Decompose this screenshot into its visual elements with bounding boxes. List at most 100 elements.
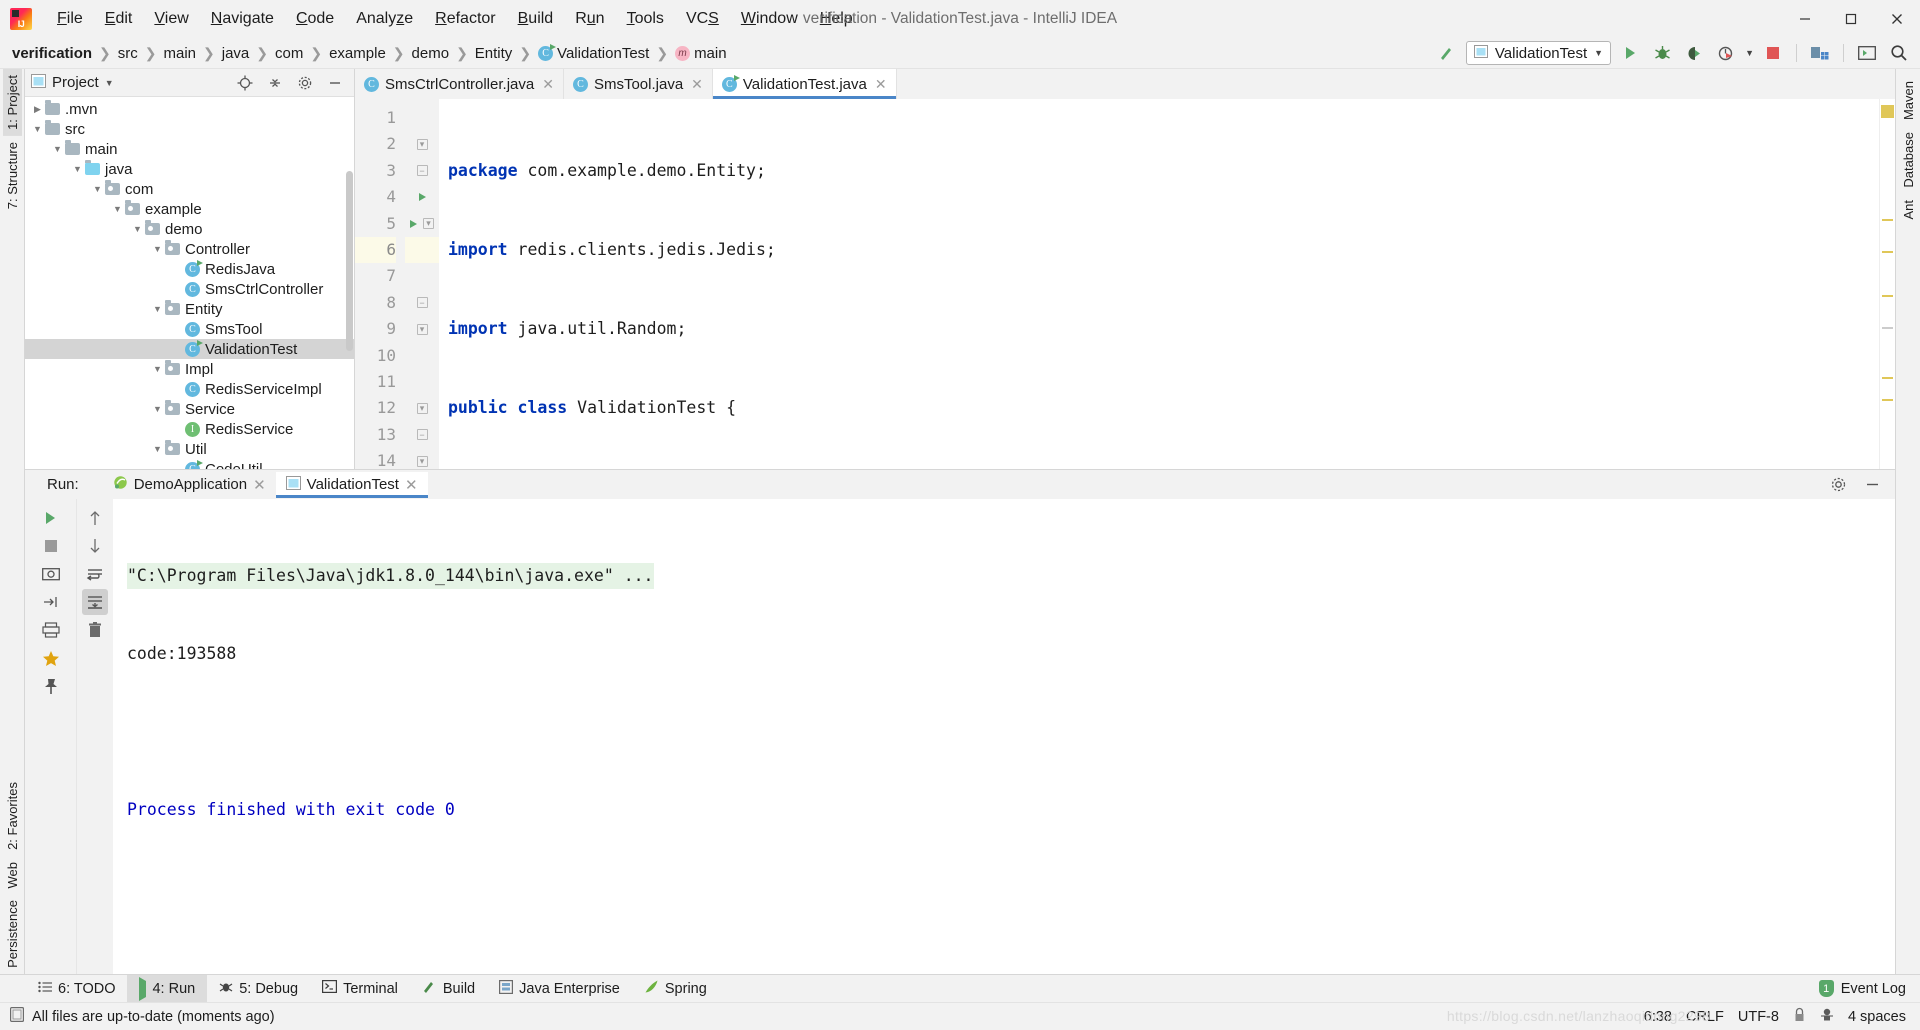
warning-marker[interactable] — [1882, 399, 1893, 401]
chevron-right-icon[interactable]: ▶ — [31, 103, 44, 116]
chevron-down-icon[interactable]: ▼ — [151, 403, 164, 416]
debug-icon[interactable] — [1649, 41, 1675, 65]
chevron-down-icon[interactable]: ▼ — [1594, 48, 1603, 58]
menu-analyze[interactable]: Analyze — [345, 5, 424, 33]
locate-file-icon[interactable] — [232, 71, 258, 95]
run-toolbar-left[interactable] — [25, 499, 77, 974]
rail-tab-favorites[interactable]: 2: Favorites — [3, 776, 22, 856]
code-editor[interactable]: 1 2 3 4 5 6 7 8 9 10 11 12 13 14 ▾ − ▾ − ▾ — [355, 99, 1895, 469]
minimize-button[interactable] — [1782, 0, 1828, 38]
editor-tab-bar[interactable]: C SmsCtrlController.java ✕ C SmsTool.jav… — [355, 69, 1895, 99]
breadcrumb-item-project[interactable]: verification — [8, 43, 96, 64]
breadcrumb-item-class[interactable]: C ValidationTest — [534, 43, 653, 64]
menu-code[interactable]: Code — [285, 5, 345, 33]
event-log-area[interactable]: 1 Event Log — [1818, 975, 1920, 1002]
rail-tab-persistence[interactable]: Persistence — [3, 894, 22, 974]
breadcrumb-item-main[interactable]: main — [160, 43, 201, 64]
close-button[interactable] — [1874, 0, 1920, 38]
menu-navigate[interactable]: Navigate — [200, 5, 285, 33]
menu-run[interactable]: Run — [564, 5, 615, 33]
run-icon[interactable] — [1617, 41, 1643, 65]
pin-icon[interactable] — [38, 673, 64, 699]
menu-help[interactable]: Help — [809, 5, 864, 33]
close-icon[interactable]: ✕ — [875, 76, 887, 93]
chevron-down-icon[interactable]: ▼ — [151, 363, 164, 376]
tree-node-validationtest[interactable]: C ValidationTest — [25, 339, 354, 359]
tree-node-controller[interactable]: ▼ Controller — [25, 239, 354, 259]
chevron-down-icon[interactable]: ▼ — [105, 78, 114, 88]
stop-icon[interactable] — [38, 533, 64, 559]
run-configuration-selector[interactable]: ValidationTest ▼ — [1465, 41, 1612, 65]
fold-and-run-gutter[interactable]: ▾ − ▾ − ▾ ▾ − ▾ — [405, 99, 439, 469]
tree-node-smstool[interactable]: C SmsTool — [25, 319, 354, 339]
clear-all-icon[interactable] — [82, 617, 108, 643]
gear-icon[interactable] — [1825, 473, 1851, 497]
breadcrumb-item-method[interactable]: m main — [671, 43, 731, 64]
scroll-down-icon[interactable] — [82, 533, 108, 559]
scroll-to-end-icon[interactable] — [82, 589, 108, 615]
tree-node-redisjava[interactable]: C RedisJava — [25, 259, 354, 279]
close-icon[interactable]: ✕ — [542, 76, 554, 93]
warning-marker[interactable] — [1882, 377, 1893, 379]
breadcrumb-item-example[interactable]: example — [325, 43, 390, 64]
tree-node-impl[interactable]: ▼ Impl — [25, 359, 354, 379]
pin-tab-icon[interactable] — [38, 589, 64, 615]
bottom-tab-terminal[interactable]: Terminal — [310, 975, 410, 1002]
inspection-icon[interactable] — [1820, 1007, 1834, 1027]
scroll-up-icon[interactable] — [82, 505, 108, 531]
close-icon[interactable]: ✕ — [691, 76, 703, 93]
read-only-toggle-icon[interactable] — [1793, 1007, 1806, 1027]
warning-marker[interactable] — [1882, 219, 1893, 221]
menu-build[interactable]: Build — [507, 5, 565, 33]
rail-tab-database[interactable]: Database — [1899, 126, 1918, 194]
project-structure-icon[interactable] — [1807, 41, 1833, 65]
line-separator[interactable]: CRLF — [1686, 1009, 1724, 1025]
gutter-row[interactable]: − — [405, 158, 439, 184]
rail-tab-web[interactable]: Web — [3, 856, 22, 895]
tree-node-redisservice[interactable]: I RedisService — [25, 419, 354, 439]
menu-bar[interactable]: File Edit View Navigate Code Analyze Ref… — [46, 5, 864, 33]
chevron-down-icon[interactable]: ▼ — [71, 163, 84, 176]
bottom-tab-run[interactable]: 4: Run — [127, 975, 208, 1002]
menu-edit[interactable]: Edit — [94, 5, 144, 33]
bottom-tool-tabs[interactable]: 6: TODO 4: Run 5: Debug Terminal Build J… — [0, 974, 1920, 1002]
breadcrumb-item-com[interactable]: com — [271, 43, 307, 64]
stop-icon[interactable] — [1760, 41, 1786, 65]
editor-tab-validationtest[interactable]: C ValidationTest.java ✕ — [712, 69, 897, 99]
bottom-tab-todo[interactable]: 6: TODO — [26, 975, 127, 1002]
editor-tab-smstool[interactable]: C SmsTool.java ✕ — [563, 69, 713, 99]
chevron-down-icon[interactable]: ▼ — [51, 143, 64, 156]
rerun-icon[interactable] — [38, 505, 64, 531]
tree-node-main[interactable]: ▼ main — [25, 139, 354, 159]
tree-node-codeutil[interactable]: C CodeUtil — [25, 459, 354, 469]
tree-node--mvn[interactable]: ▶ .mvn — [25, 99, 354, 119]
event-log-label[interactable]: Event Log — [1841, 981, 1906, 997]
gutter-row[interactable]: ▾ — [405, 448, 439, 469]
bottom-tab-debug[interactable]: 5: Debug — [207, 975, 310, 1002]
menu-tools[interactable]: Tools — [616, 5, 675, 33]
gutter-row[interactable]: ▾ — [405, 131, 439, 157]
rail-tab-maven[interactable]: Maven — [1899, 75, 1918, 126]
rail-tab-ant[interactable]: Ant — [1899, 194, 1918, 226]
code-text[interactable]: package com.example.demo.Entity; import … — [439, 99, 1879, 469]
run-with-coverage-icon[interactable] — [1681, 41, 1707, 65]
rail-tab-structure[interactable]: 7: Structure — [3, 136, 22, 215]
project-tree-scrollbar[interactable] — [346, 171, 353, 351]
inspection-status-icon[interactable] — [1881, 105, 1894, 118]
profiler-dropdown-icon[interactable]: ▼ — [1745, 48, 1754, 58]
change-marker[interactable] — [1882, 327, 1893, 329]
chevron-down-icon[interactable]: ▼ — [131, 223, 144, 236]
gutter-row[interactable]: ▾ — [405, 316, 439, 342]
chevron-down-icon[interactable]: ▼ — [91, 183, 104, 196]
menu-file[interactable]: File — [46, 5, 94, 33]
run-tab-validationtest[interactable]: ValidationTest ✕ — [275, 471, 428, 498]
rail-tab-project[interactable]: 1: Project — [2, 69, 22, 136]
gear-icon[interactable] — [292, 71, 318, 95]
tree-node-src[interactable]: ▼ src — [25, 119, 354, 139]
tree-node-entity[interactable]: ▼ Entity — [25, 299, 354, 319]
menu-view[interactable]: View — [143, 5, 199, 33]
run-method-gutter-icon[interactable]: ▾ — [405, 211, 439, 237]
file-encoding[interactable]: UTF-8 — [1738, 1009, 1779, 1025]
gutter-row[interactable]: ▾ — [405, 395, 439, 421]
maximize-button[interactable] — [1828, 0, 1874, 38]
